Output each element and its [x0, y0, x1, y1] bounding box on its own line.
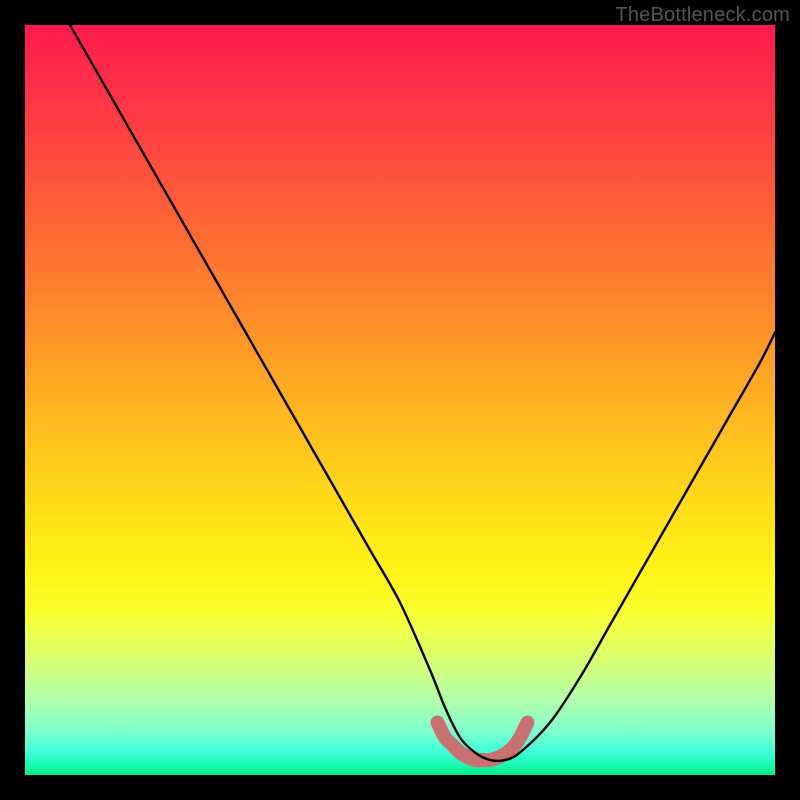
bottleneck-curve-path — [70, 25, 775, 761]
chart-svg — [25, 25, 775, 775]
plot-area — [25, 25, 775, 775]
watermark-text: TheBottleneck.com — [615, 4, 790, 27]
chart-frame: TheBottleneck.com — [0, 0, 800, 800]
optimal-band-path — [438, 723, 528, 761]
